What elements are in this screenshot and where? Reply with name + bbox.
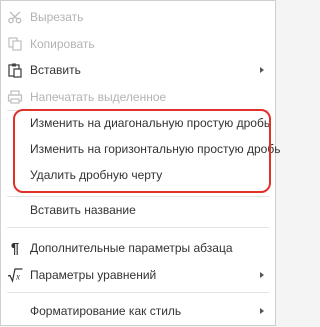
svg-text:x: x (15, 272, 20, 282)
menu-item-label: Копировать (30, 37, 95, 51)
menu-item-label: Вырезать (30, 10, 84, 24)
pilcrow-icon: ¶ (10, 239, 20, 257)
menu-separator (7, 196, 269, 197)
menu-item-label: Параметры уравнений (30, 268, 157, 282)
submenu-arrow-icon (260, 308, 264, 314)
submenu-arrow-icon (260, 272, 264, 278)
menu-item-label: Дополнительные параметры абзаца (30, 241, 233, 255)
scissors-icon (7, 9, 23, 25)
menu-separator (7, 292, 269, 293)
menu-item-paragraph-settings[interactable]: ¶ Дополнительные параметры абзаца (1, 236, 275, 260)
menu-item-label: Вставить название (30, 203, 136, 217)
menu-item-print-selection[interactable]: Напечатать выделенное (1, 85, 275, 109)
paste-icon (7, 62, 23, 78)
printer-icon (7, 89, 23, 105)
menu-item-label: Форматирование как стиль (30, 304, 182, 318)
context-menu: Вырезать Копировать Вставить Напечатать … (0, 0, 280, 326)
copy-icon (7, 36, 23, 52)
sqrt-icon: x (7, 267, 23, 283)
highlight-frame (13, 109, 271, 193)
menu-item-cut[interactable]: Вырезать (1, 5, 275, 29)
menu-separator (7, 227, 269, 228)
menu-item-copy[interactable]: Копировать (1, 32, 275, 56)
menu-item-paste[interactable]: Вставить (1, 58, 275, 82)
menu-item-insert-caption[interactable]: Вставить название (1, 198, 275, 222)
menu-item-label: Вставить (30, 63, 81, 77)
submenu-arrow-icon (260, 67, 264, 73)
menu-item-format-as-style[interactable]: Форматирование как стиль (1, 299, 275, 323)
menu-item-equation-settings[interactable]: x Параметры уравнений (1, 263, 275, 287)
menu-item-label: Напечатать выделенное (30, 90, 167, 104)
